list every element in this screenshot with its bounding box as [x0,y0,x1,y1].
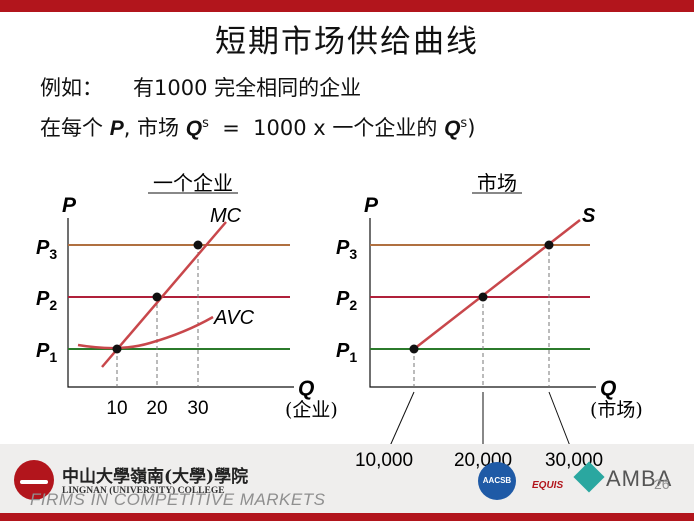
market-ticks-layer: 10,000 20,000 30,000 [355,450,603,471]
equis-logo: EQUIS [532,480,564,491]
aacsb-logo: AACSB [478,462,516,500]
page-number: 26 [654,476,670,492]
market-x-tick-10000: 10,000 [355,450,413,471]
